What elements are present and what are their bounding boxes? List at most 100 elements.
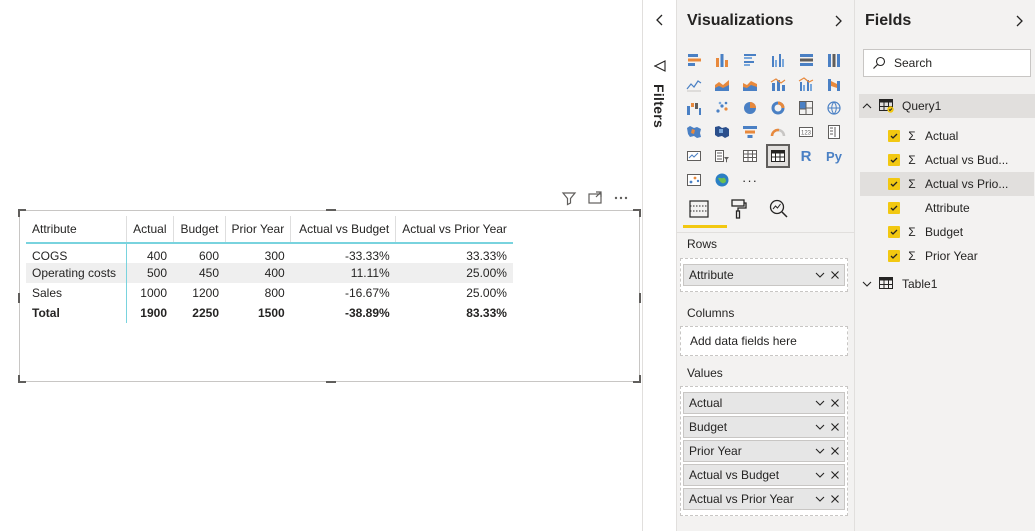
stacked-bar-chart-icon[interactable]	[682, 48, 706, 72]
field-item[interactable]: Attribute	[860, 196, 1034, 220]
map-icon[interactable]	[822, 96, 846, 120]
checkbox-checked-icon[interactable]	[888, 178, 900, 190]
close-icon[interactable]	[829, 421, 841, 433]
chevron-up-icon[interactable]	[859, 98, 875, 114]
card-icon[interactable]: 123	[794, 120, 818, 144]
field-pill-label: Prior Year	[689, 444, 742, 458]
area-chart-icon[interactable]	[710, 72, 734, 96]
shape-map-icon[interactable]	[710, 120, 734, 144]
resize-handle-ml[interactable]	[18, 293, 20, 303]
resize-handle-tm[interactable]	[326, 209, 336, 211]
field-pill[interactable]: Prior Year	[683, 440, 845, 462]
slicer-icon[interactable]	[710, 144, 734, 168]
table-node-query1[interactable]: Query1	[859, 94, 1035, 118]
close-icon[interactable]	[829, 269, 841, 281]
column-header[interactable]: Attribute	[26, 216, 126, 244]
checkbox-checked-icon[interactable]	[888, 130, 900, 142]
line-and-clustered-column-icon[interactable]	[794, 72, 818, 96]
r-script-visual-icon[interactable]: R	[794, 144, 818, 168]
table-visual-icon[interactable]	[738, 144, 762, 168]
checkbox-checked-icon[interactable]	[888, 250, 900, 262]
values-well[interactable]: Actual Budget Prior Year Actual vs Budge…	[680, 386, 848, 516]
close-icon[interactable]	[829, 397, 841, 409]
fields-search-box[interactable]	[863, 49, 1031, 77]
donut-chart-icon[interactable]	[766, 96, 790, 120]
stacked-area-chart-icon[interactable]	[738, 72, 762, 96]
field-pill[interactable]: Budget	[683, 416, 845, 438]
chevron-down-icon[interactable]	[814, 469, 826, 481]
ribbon-chart-icon[interactable]	[822, 72, 846, 96]
analytics-tab[interactable]	[767, 198, 791, 226]
report-canvas[interactable]: Attribute Actual Budget Prior Year Actua…	[0, 0, 642, 531]
matrix-visual[interactable]: Attribute Actual Budget Prior Year Actua…	[18, 209, 641, 383]
field-pill[interactable]: Actual vs Budget	[683, 464, 845, 486]
pie-chart-icon[interactable]	[738, 96, 762, 120]
checkbox-checked-icon[interactable]	[888, 226, 900, 238]
resize-handle-bm[interactable]	[326, 381, 336, 383]
resize-handle-br[interactable]	[639, 375, 641, 383]
resize-handle-tl[interactable]	[18, 209, 20, 217]
close-icon[interactable]	[829, 493, 841, 505]
focus-mode-icon[interactable]	[586, 189, 604, 207]
treemap-icon[interactable]	[794, 96, 818, 120]
resize-handle-bl[interactable]	[18, 375, 20, 383]
fields-tab[interactable]	[683, 198, 727, 228]
clustered-column-chart-icon[interactable]	[766, 48, 790, 72]
clustered-bar-chart-icon[interactable]	[738, 48, 762, 72]
waterfall-chart-icon[interactable]	[682, 96, 706, 120]
format-tab[interactable]	[727, 198, 751, 226]
key-influencers-icon[interactable]	[682, 168, 706, 192]
matrix-visual-icon[interactable]	[766, 144, 790, 168]
resize-handle-tr[interactable]	[639, 209, 641, 217]
chevron-down-icon[interactable]	[814, 445, 826, 457]
field-item[interactable]: Σ Actual vs Prio...	[860, 172, 1034, 196]
100-stacked-column-chart-icon[interactable]	[822, 48, 846, 72]
field-pill[interactable]: Actual	[683, 392, 845, 414]
scatter-chart-icon[interactable]	[710, 96, 734, 120]
chevron-right-icon[interactable]	[1011, 13, 1027, 29]
line-chart-icon[interactable]	[682, 72, 706, 96]
close-icon[interactable]	[829, 469, 841, 481]
filters-label[interactable]: Filters	[651, 84, 667, 128]
gauge-icon[interactable]	[766, 120, 790, 144]
field-item[interactable]: Σ Budget	[860, 220, 1034, 244]
checkbox-checked-icon[interactable]	[888, 202, 900, 214]
field-item[interactable]: Σ Actual vs Bud...	[860, 148, 1034, 172]
chevron-down-icon[interactable]	[814, 397, 826, 409]
field-item[interactable]: Σ Actual	[860, 124, 1034, 148]
columns-well[interactable]: Add data fields here	[680, 326, 848, 356]
rows-well[interactable]: Attribute	[680, 258, 848, 292]
arcgis-map-icon[interactable]	[710, 168, 734, 192]
field-item[interactable]: Σ Prior Year	[860, 244, 1034, 268]
kpi-icon[interactable]	[682, 144, 706, 168]
field-pill[interactable]: Attribute	[683, 264, 845, 286]
stacked-column-chart-icon[interactable]	[710, 48, 734, 72]
chevron-down-icon[interactable]	[814, 421, 826, 433]
chevron-down-icon[interactable]	[814, 493, 826, 505]
resize-handle-mr[interactable]	[639, 293, 641, 303]
filter-icon[interactable]	[560, 189, 578, 207]
chevron-down-icon[interactable]	[814, 269, 826, 281]
multi-row-card-icon[interactable]	[822, 120, 846, 144]
column-header[interactable]: Prior Year	[224, 216, 291, 244]
chevron-down-icon[interactable]	[859, 276, 875, 292]
row-header: Operating costs	[26, 263, 127, 283]
table-node-table1[interactable]: Table1	[859, 272, 1035, 296]
chevron-left-icon[interactable]	[652, 12, 668, 28]
field-pill[interactable]: Actual vs Prior Year	[683, 488, 845, 510]
more-visuals-icon[interactable]: ···	[738, 168, 762, 192]
chevron-right-icon[interactable]	[830, 13, 846, 29]
column-header[interactable]: Budget	[172, 216, 225, 244]
100-stacked-bar-chart-icon[interactable]	[794, 48, 818, 72]
filled-map-icon[interactable]	[682, 120, 706, 144]
search-input[interactable]	[894, 56, 1024, 70]
python-visual-icon[interactable]: Py	[822, 144, 846, 168]
checkbox-checked-icon[interactable]	[888, 154, 900, 166]
line-and-stacked-column-icon[interactable]	[766, 72, 790, 96]
close-icon[interactable]	[829, 445, 841, 457]
more-options-icon[interactable]	[612, 189, 630, 207]
funnel-chart-icon[interactable]	[738, 120, 762, 144]
column-header[interactable]: Actual vs Budget	[290, 216, 396, 244]
column-header[interactable]: Actual vs Prior Year	[395, 216, 513, 244]
column-header[interactable]: Actual	[125, 216, 173, 244]
